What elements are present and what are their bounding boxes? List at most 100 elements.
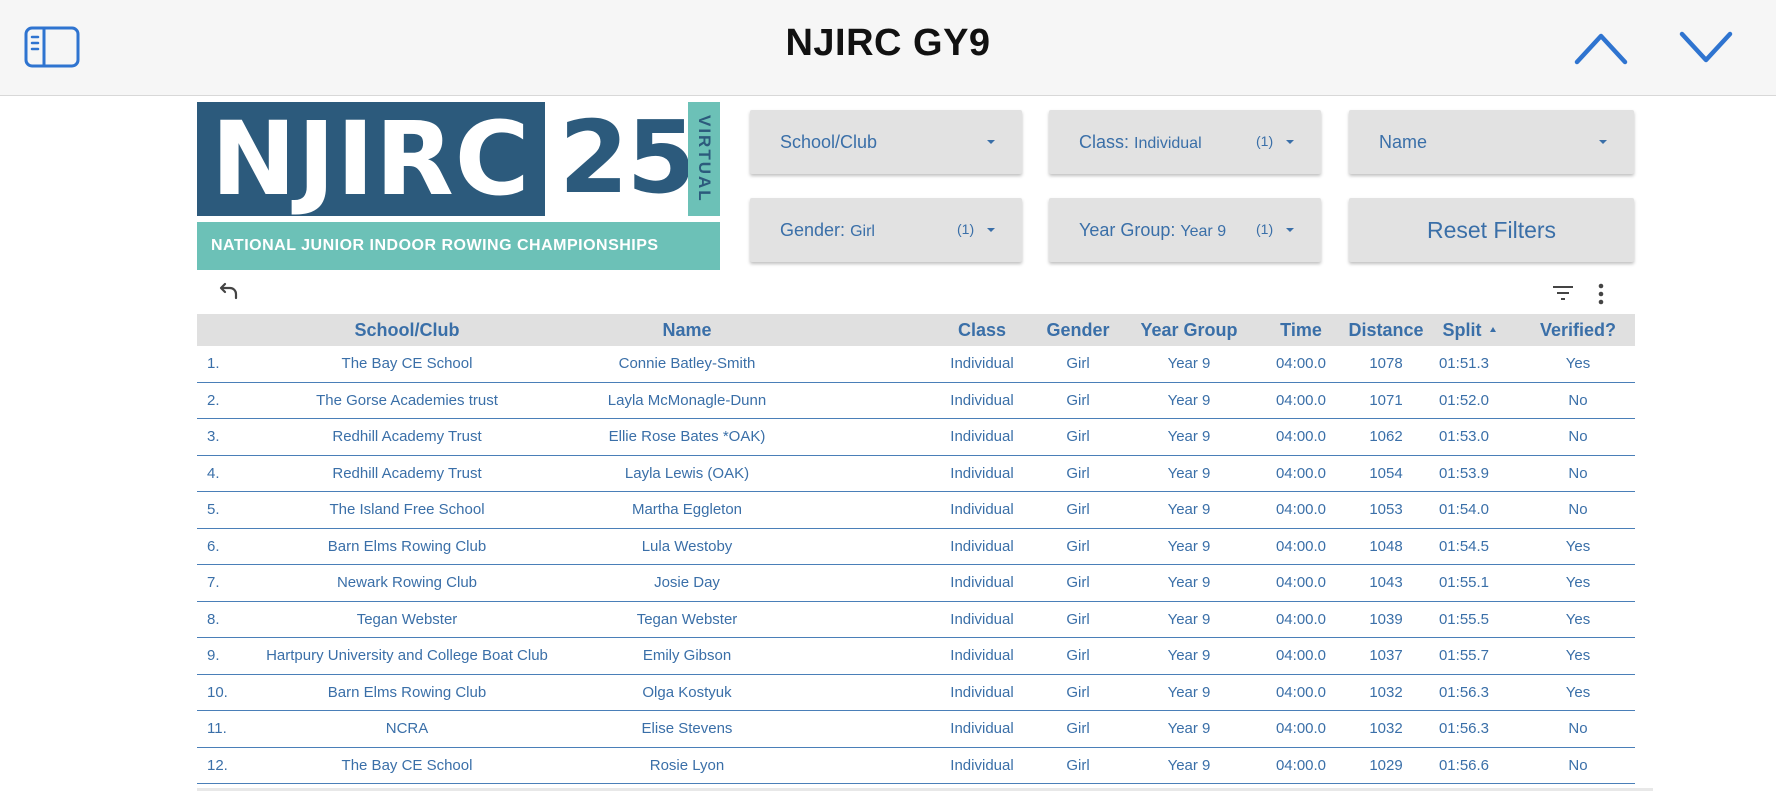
cell-gender: Girl <box>1066 683 1090 701</box>
cell-time: 04:00.0 <box>1275 683 1327 701</box>
cell-split: 01:55.1 <box>1438 574 1490 591</box>
cell-name: Layla McMonagle-Dunn <box>607 391 767 409</box>
reset-filters-button[interactable]: Reset Filters <box>1349 198 1634 262</box>
cell-verified: No <box>1568 391 1588 409</box>
cell-gender: Girl <box>1066 391 1090 409</box>
cell-verified: No <box>1568 756 1588 774</box>
results-table: School/Club Name Class Gender Year Group… <box>197 314 1635 784</box>
cell-verified: Yes <box>1565 610 1591 628</box>
bottom-divider <box>197 788 1653 791</box>
cell-time: 04:00.0 <box>1275 647 1327 664</box>
cell-distance: 1037 <box>1369 647 1403 664</box>
table-row[interactable]: 7. Newark Rowing Club Josie Day Individual G… <box>197 565 1635 602</box>
cell-verified: No <box>1568 720 1588 737</box>
table-row[interactable]: 6. Barn Elms Rowing Club Lula Westoby Indiv… <box>197 529 1635 565</box>
page-title: NJIRC GY9 <box>785 22 991 64</box>
sort-ascending-icon <box>1489 326 1496 332</box>
undo-icon[interactable] <box>215 282 239 304</box>
cell-year-group: Year 9 <box>1167 720 1211 737</box>
cell-verified: Yes <box>1565 647 1591 664</box>
cell-time: 04:00.0 <box>1275 720 1327 737</box>
cell-school: Redhill Academy Trust <box>332 464 482 482</box>
cell-split: 01:56.3 <box>1438 720 1490 737</box>
filter-label: Name <box>1379 132 1428 152</box>
cell-distance: 1054 <box>1369 464 1403 482</box>
cell-split: 01:54.0 <box>1438 501 1490 518</box>
cell-school: The Gorse Academies trust <box>316 391 498 409</box>
cell-school: NCRA <box>385 720 429 737</box>
filter-label: Class: <box>1079 132 1130 152</box>
cell-school: Redhill Academy Trust <box>332 428 482 445</box>
column-header-name[interactable]: Name <box>587 314 787 346</box>
cell-year-group: Year 9 <box>1167 683 1211 701</box>
cell-split: 01:54.5 <box>1438 537 1490 555</box>
table-row[interactable]: 12. The Bay CE School Rosie Lyon Individual… <box>197 748 1635 784</box>
cell-class: Individual <box>950 610 1014 628</box>
column-header-gender[interactable]: Gender <box>1033 314 1123 346</box>
cell-name: Lula Westoby <box>641 537 733 555</box>
cell-gender: Girl <box>1066 355 1090 372</box>
class-filter[interactable]: Class: Individual (1) <box>1049 110 1321 174</box>
table-row[interactable]: 10. Barn Elms Rowing Club Olga Kostyuk Indi… <box>197 675 1635 711</box>
column-header-class[interactable]: Class <box>937 314 1027 346</box>
more-vertical-icon[interactable] <box>1595 282 1607 306</box>
cell-gender: Girl <box>1066 720 1090 737</box>
cell-verified: Yes <box>1565 355 1591 372</box>
filter-count: (1) <box>1256 133 1274 149</box>
cell-school: Barn Elms Rowing Club <box>327 683 487 701</box>
cell-school: Tegan Webster <box>356 610 458 628</box>
cell-school: The Bay CE School <box>341 756 473 774</box>
logo-text-sub: NATIONAL JUNIOR INDOOR ROWING CHAMPIONSH… <box>197 222 720 270</box>
cell-distance: 1029 <box>1369 756 1403 774</box>
cell-time: 04:00.0 <box>1275 355 1327 372</box>
cell-distance: 1048 <box>1369 537 1403 555</box>
cell-name: Tegan Webster <box>636 610 738 628</box>
table-row[interactable]: 5. The Island Free School Martha Eggleton I… <box>197 492 1635 529</box>
cell-class: Individual <box>950 428 1014 445</box>
cell-school: Barn Elms Rowing Club <box>327 537 487 555</box>
cell-school: Hartpury University and College Boat Clu… <box>266 647 548 664</box>
column-header-verified[interactable]: Verified? <box>1523 314 1633 346</box>
table-row[interactable]: 4. Redhill Academy Trust Layla Lewis (OAK)… <box>197 456 1635 492</box>
school-club-filter[interactable]: School/Club <box>750 110 1022 174</box>
caret-down-icon <box>1599 140 1607 144</box>
cell-gender: Girl <box>1066 574 1090 591</box>
column-header-time[interactable]: Time <box>1266 314 1336 346</box>
cell-class: Individual <box>950 355 1014 372</box>
gender-filter[interactable]: Gender: Girl (1) <box>750 198 1022 262</box>
table-row[interactable]: 11. NCRA Elise Stevens Individual Girl Year 9… <box>197 711 1635 748</box>
table-row[interactable]: 1. The Bay CE School Connie Batley-Smith In… <box>197 346 1635 383</box>
cell-time: 04:00.0 <box>1275 428 1327 445</box>
filter-icon[interactable] <box>1551 283 1575 303</box>
logo-text-side: VIRTUAL <box>695 115 714 203</box>
column-header-distance[interactable]: Distance <box>1331 314 1441 346</box>
cell-name: Martha Eggleton <box>631 501 743 518</box>
column-header-split[interactable]: Split <box>1429 314 1509 346</box>
filter-label: School/Club <box>780 132 878 152</box>
filter-count: (1) <box>1256 221 1274 237</box>
cell-gender: Girl <box>1066 464 1090 482</box>
cell-distance: 1062 <box>1369 428 1403 445</box>
column-header-school[interactable]: School/Club <box>317 314 497 346</box>
cell-name: Josie Day <box>654 574 720 591</box>
chevron-up-icon[interactable] <box>1573 24 1629 70</box>
filter-label: Gender: <box>780 220 846 240</box>
name-filter[interactable]: Name <box>1349 110 1634 174</box>
cell-time: 04:00.0 <box>1275 537 1327 555</box>
filter-label: Year Group: <box>1079 220 1176 240</box>
cell-distance: 1078 <box>1369 355 1403 372</box>
cell-distance: 1032 <box>1369 720 1403 737</box>
caret-down-icon <box>1286 228 1294 232</box>
table-row[interactable]: 8. Tegan Webster Tegan Webster Individual Gi… <box>197 602 1635 638</box>
table-row[interactable]: 3. Redhill Academy Trust Ellie Rose Bates … <box>197 419 1635 456</box>
table-row[interactable]: 9. Hartpury University and College Boat C… <box>197 638 1635 675</box>
table-row[interactable]: 2. The Gorse Academies trust Layla McMonag… <box>197 383 1635 419</box>
cell-class: Individual <box>950 756 1014 774</box>
cell-time: 04:00.0 <box>1275 391 1327 409</box>
cell-name: Connie Batley-Smith <box>618 355 756 372</box>
cell-split: 01:56.6 <box>1438 756 1490 774</box>
chevron-down-icon[interactable] <box>1678 24 1734 70</box>
cell-name: Rosie Lyon <box>649 756 725 774</box>
column-header-year-group[interactable]: Year Group <box>1124 314 1254 346</box>
year-group-filter[interactable]: Year Group: Year 9 (1) <box>1049 198 1321 262</box>
